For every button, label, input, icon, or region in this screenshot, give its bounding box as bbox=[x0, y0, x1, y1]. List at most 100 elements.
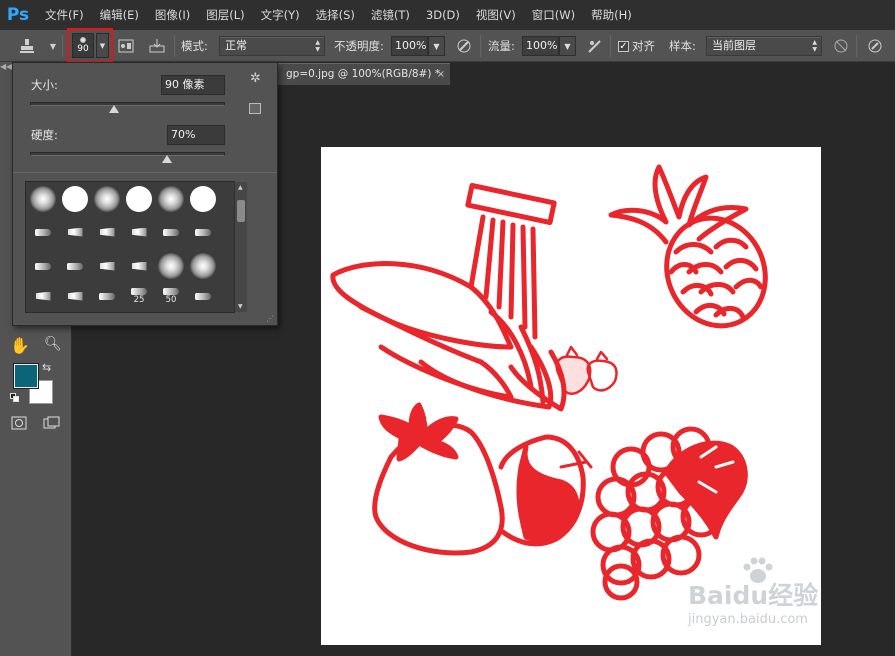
watermark-brand: Baidu经验 bbox=[688, 581, 819, 610]
separator bbox=[610, 35, 611, 57]
photoshop-logo: Ps bbox=[6, 5, 30, 25]
quick-mask-icon[interactable] bbox=[11, 416, 27, 433]
menu-bar: Ps 文件(F) 编辑(E) 图像(I) 图层(L) 文字(Y) 选择(S) 滤… bbox=[0, 0, 895, 30]
select-arrows-icon: ▲ ▼ bbox=[812, 39, 817, 53]
hardness-slider-thumb[interactable] bbox=[161, 155, 172, 163]
brush-tip-round[interactable] bbox=[188, 218, 218, 246]
menu-window[interactable]: 窗口(W) bbox=[532, 7, 575, 23]
brush-tip-soft[interactable] bbox=[188, 252, 218, 280]
brush-tip-flat[interactable] bbox=[92, 282, 122, 310]
separator bbox=[856, 35, 857, 57]
select-arrows-icon: ▲ ▼ bbox=[315, 39, 320, 53]
resize-grip-icon[interactable]: ⋰ bbox=[266, 314, 274, 323]
brush-tip-soft[interactable] bbox=[92, 185, 122, 213]
flow-input[interactable]: 100% bbox=[522, 36, 559, 56]
scroll-thumb[interactable] bbox=[237, 200, 245, 222]
close-tab-icon[interactable]: × bbox=[437, 64, 445, 85]
menu-layer[interactable]: 图层(L) bbox=[206, 7, 244, 23]
brush-tip-soft[interactable] bbox=[156, 185, 186, 213]
brush-tip-hard[interactable] bbox=[124, 185, 154, 213]
opacity-dropdown-icon[interactable]: ▼ bbox=[428, 36, 445, 56]
screen-mode-icon[interactable] bbox=[43, 416, 61, 433]
brush-tip-angle[interactable] bbox=[92, 252, 122, 280]
opacity-label: 不透明度: bbox=[334, 39, 384, 53]
menu-image[interactable]: 图像(I) bbox=[155, 7, 190, 23]
brush-tip-fan[interactable] bbox=[156, 218, 186, 246]
hand-tool-icon[interactable]: ✋ bbox=[10, 336, 30, 355]
size-input[interactable]: 90 像素 bbox=[161, 75, 225, 95]
hardness-slider-track[interactable] bbox=[30, 152, 225, 156]
brush-tip-flat[interactable] bbox=[28, 282, 58, 310]
brush-tip-pencil[interactable] bbox=[28, 218, 58, 246]
toggle-clone-source-icon[interactable] bbox=[148, 37, 166, 55]
pressure-size-icon[interactable] bbox=[866, 37, 884, 55]
swap-colors-icon[interactable]: ⇆ bbox=[42, 361, 51, 374]
brush-tip-grid: 25 50 ▲ ▼ bbox=[25, 181, 247, 313]
brush-preset-picker[interactable]: 90 ▼ bbox=[67, 28, 113, 63]
flow-dropdown-icon[interactable]: ▼ bbox=[559, 36, 576, 56]
hardness-input[interactable]: 70% bbox=[167, 125, 225, 145]
menu-filter[interactable]: 滤镜(T) bbox=[371, 7, 410, 23]
opacity-input[interactable]: 100% bbox=[391, 36, 428, 56]
size-slider-thumb[interactable] bbox=[108, 105, 119, 113]
checkmark-icon: ✓ bbox=[618, 40, 629, 52]
foreground-color-swatch[interactable] bbox=[13, 363, 39, 389]
flow-label: 流量: bbox=[488, 39, 515, 53]
ignore-adjustment-layers-icon[interactable] bbox=[832, 37, 850, 55]
menu-type[interactable]: 文字(Y) bbox=[261, 7, 300, 23]
tool-preset-chevron-icon[interactable]: ▼ bbox=[44, 37, 62, 55]
brush-tip-flat[interactable] bbox=[60, 282, 90, 310]
new-preset-icon[interactable] bbox=[249, 103, 261, 114]
brush-size-value: 90 bbox=[77, 44, 89, 54]
brush-tip-spray[interactable] bbox=[124, 252, 154, 280]
brush-tip-flat[interactable] bbox=[60, 252, 90, 280]
separator bbox=[174, 35, 175, 57]
brush-tip-marker[interactable] bbox=[60, 218, 90, 246]
brush-tip-soft[interactable] bbox=[156, 252, 186, 280]
size-label: 大小: bbox=[31, 78, 58, 92]
size-slider-track[interactable] bbox=[30, 102, 225, 106]
brush-tip-flat[interactable] bbox=[28, 252, 58, 280]
sample-label: 样本: bbox=[669, 39, 696, 53]
brush-tip-hard[interactable] bbox=[60, 185, 90, 213]
brush-tip-50[interactable]: 50 bbox=[156, 282, 186, 310]
hardness-label: 硬度: bbox=[31, 128, 58, 142]
align-checkbox[interactable]: ✓ 对齐 bbox=[618, 30, 655, 62]
mode-select[interactable]: 正常 ▲ ▼ bbox=[219, 36, 325, 56]
menu-3d[interactable]: 3D(D) bbox=[426, 8, 460, 22]
options-bar: ▼ 模式: 正常 ▲ ▼ 不透明度: 100% ▼ 流量: 100% ▼ ✓ 对齐… bbox=[0, 30, 895, 62]
pressure-opacity-icon[interactable] bbox=[455, 37, 473, 55]
document-tab[interactable]: gp=0.jpg @ 100%(RGB/8#) * × bbox=[278, 63, 450, 85]
mode-label: 模式: bbox=[181, 39, 208, 53]
brush-picker-dropdown-icon[interactable]: ▼ bbox=[96, 33, 109, 58]
brush-tip-marker[interactable] bbox=[92, 218, 122, 246]
brush-tip-chisel[interactable] bbox=[124, 218, 154, 246]
scroll-up-icon[interactable]: ▲ bbox=[238, 184, 243, 191]
separator bbox=[480, 35, 481, 57]
menu-edit[interactable]: 编辑(E) bbox=[100, 7, 139, 23]
toggle-brush-panel-icon[interactable] bbox=[117, 37, 135, 55]
document-tab-title: gp=0.jpg @ 100%(RGB/8#) * bbox=[286, 68, 441, 80]
brush-grid-scrollbar[interactable]: ▲ ▼ bbox=[234, 182, 247, 312]
brush-tip-soft[interactable] bbox=[28, 185, 58, 213]
brush-tip-hard[interactable] bbox=[188, 185, 218, 213]
airbrush-icon[interactable] bbox=[586, 37, 604, 55]
default-colors-icon[interactable] bbox=[10, 393, 19, 402]
small-strawberries bbox=[555, 345, 618, 395]
zoom-tool-icon[interactable]: 🔍︎ bbox=[44, 336, 62, 352]
gear-icon[interactable]: ✲ bbox=[250, 71, 261, 86]
clone-stamp-tool-icon[interactable] bbox=[18, 37, 36, 55]
pineapple-outline bbox=[608, 164, 768, 329]
menu-view[interactable]: 视图(V) bbox=[476, 7, 516, 23]
brush-thumbnail: 90 bbox=[72, 33, 94, 58]
brush-tip-25[interactable]: 25 bbox=[124, 282, 154, 310]
divider bbox=[13, 172, 277, 173]
menu-file[interactable]: 文件(F) bbox=[45, 7, 84, 23]
menu-help[interactable]: 帮助(H) bbox=[591, 7, 632, 23]
scroll-down-icon[interactable]: ▼ bbox=[238, 303, 243, 310]
banana-outline bbox=[330, 182, 567, 412]
brush-tip-bristle[interactable] bbox=[188, 282, 218, 310]
sample-select[interactable]: 当前图层 ▲ ▼ bbox=[706, 36, 822, 56]
menu-select[interactable]: 选择(S) bbox=[316, 7, 355, 23]
sample-value: 当前图层 bbox=[712, 39, 756, 52]
